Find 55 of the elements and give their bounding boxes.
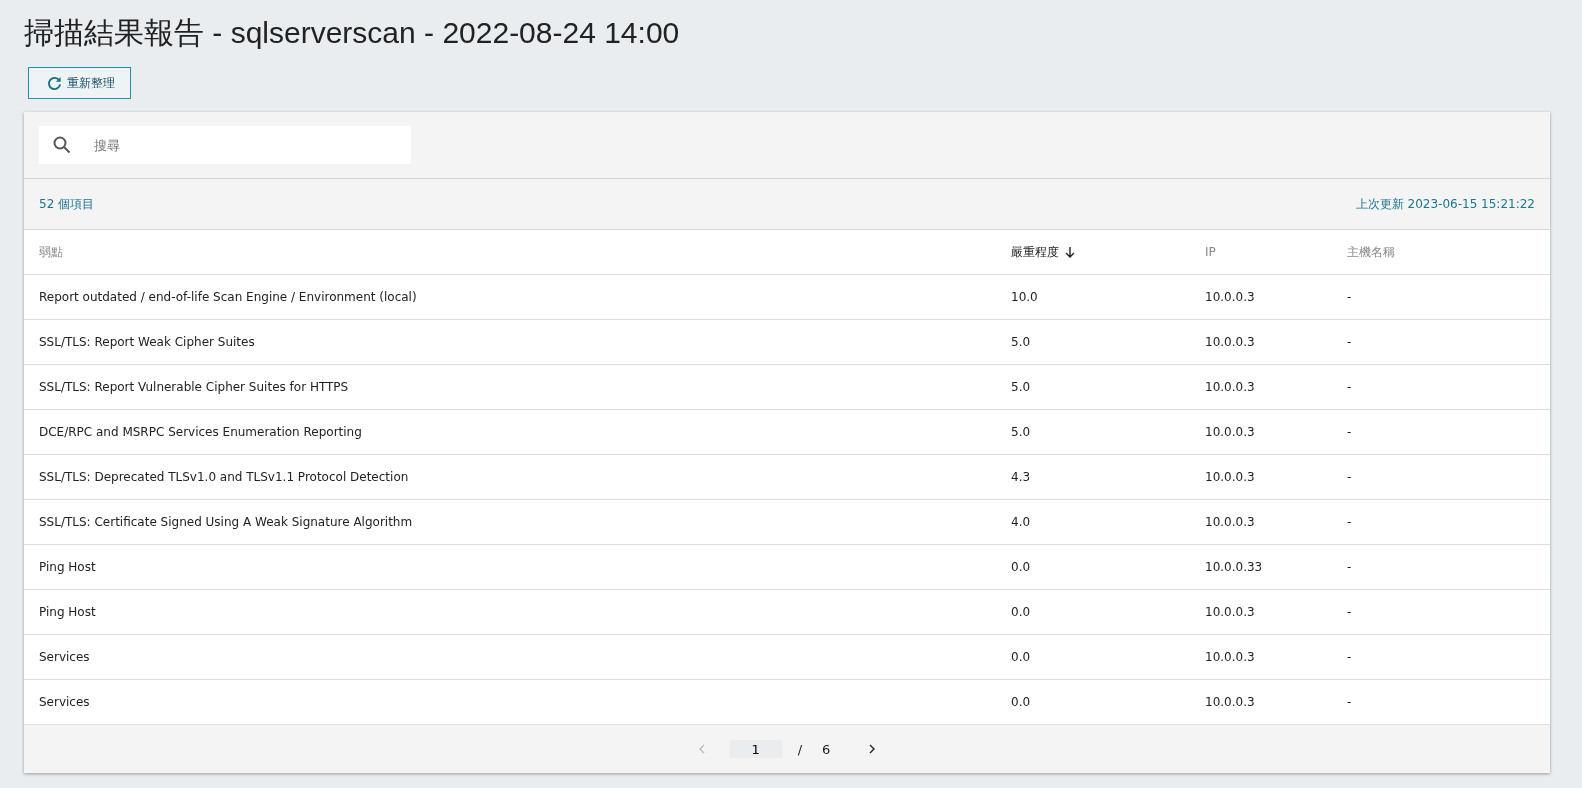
last-updated: 上次更新 2023-06-15 15:21:22 [1355,195,1535,213]
sort-arrow-icon [1065,246,1075,258]
table-cell-text: 10.0.0.3 [1205,650,1256,664]
table-cell-text: SSL/TLS: Certificate Signed Using A Weak Signature Algorithm [39,515,414,529]
table-cell-text: 5.0 [1011,380,1032,394]
table-cell-text: - [1347,605,1353,619]
table-cell-text: 5.0 [1011,335,1032,349]
table-cell-text: 10.0.0.3 [1205,515,1256,529]
table-cell-text: 10.0.0.3 [1205,470,1256,484]
item-count: 52 個項目 [39,195,95,213]
table-cell-text: - [1347,425,1353,439]
table-cell-text: Report outdated / end-of-life Scan Engine / Environment (local) [39,290,418,304]
table-cell-text: SSL/TLS: Report Weak Cipher Suites [39,335,256,349]
page-title: 掃描結果報告 - sqlserverscan - 2022-08-24 14:00 [24,15,681,51]
table-cell-text: - [1347,650,1353,664]
search-icon [53,136,71,154]
column-header[interactable]: IP [1205,245,1347,259]
table-cell-text: 10.0.0.3 [1205,605,1256,619]
table-cell-text: 10.0.0.3 [1205,380,1256,394]
table-cell-text: Ping Host [39,560,97,574]
table-cell-text: 10.0.0.3 [1205,290,1256,304]
table-cell-text: - [1347,515,1353,529]
page-input[interactable]: 1 [729,740,782,758]
table-cell-text: 10.0.0.33 [1205,560,1264,574]
table-cell-text: 10.0 [1011,290,1039,304]
refresh-icon [47,75,62,91]
table-cell-text: - [1347,335,1353,349]
table-cell-text: Services [39,695,91,709]
table-cell-text: 0.0 [1011,695,1032,709]
table-cell-text: 10.0.0.3 [1205,425,1256,439]
table-cell-text: - [1347,470,1353,484]
table-cell-text: 0.0 [1011,605,1032,619]
column-header[interactable]: 嚴重程度 [1011,243,1205,261]
table-cell-text: SSL/TLS: Report Vulnerable Cipher Suites for HTTPS [39,380,350,394]
table-cell-text: 0.0 [1011,650,1032,664]
table-cell-text: 10.0.0.3 [1205,335,1256,349]
table-cell-text: DCE/RPC and MSRPC Services Enumeration Reporting [39,425,363,439]
table-cell-text: - [1347,560,1353,574]
table-cell-text: - [1347,380,1353,394]
page-total: 6 [822,741,831,757]
search-field[interactable]: 搜尋 [39,126,411,164]
table-cell-text: - [1347,290,1353,304]
column-header[interactable]: 弱點 [39,243,1011,261]
table-cell-text: 5.0 [1011,425,1032,439]
page-separator: / [797,741,803,757]
table-cell-text: - [1347,695,1353,709]
table-cell-text: SSL/TLS: Deprecated TLSv1.0 and TLSv1.1 Protocol Detection [39,470,410,484]
table-cell-text: 4.3 [1011,470,1032,484]
column-header[interactable]: 主機名稱 [1347,243,1550,261]
table-cell-text: 4.0 [1011,515,1032,529]
refresh-button[interactable]: 重新整理 [28,67,131,99]
table-cell-text: 10.0.0.3 [1205,695,1256,709]
table-cell-text: Ping Host [39,605,97,619]
table-cell-text: Services [39,650,91,664]
table-cell-text: 0.0 [1011,560,1032,574]
